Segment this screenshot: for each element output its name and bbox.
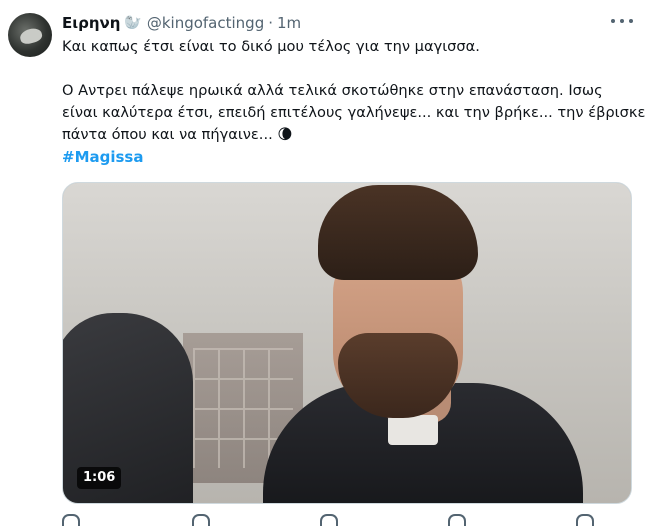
more-options-icon[interactable]	[611, 14, 633, 28]
action-bar	[62, 514, 647, 528]
avatar[interactable]	[8, 13, 52, 57]
moon-emoji-icon: 🌘	[277, 126, 293, 143]
tweet[interactable]: Ειρηνη 🦭 @kingofactingg · 1m Και καπως έ…	[0, 0, 667, 526]
tweet-text-line: είναι καλύτερα έτσι, επειδή επιτέλους γα…	[62, 104, 646, 121]
timestamp[interactable]: 1m	[277, 14, 301, 32]
tweet-text-line: Και καπως έτσι είναι το δικό μου τέλος γ…	[62, 38, 480, 55]
separator-dot: ·	[268, 14, 274, 32]
tweet-text-line: Ο Αντρει πάλεψε ηρωικά αλλά τελικά σκοτώ…	[62, 82, 603, 99]
tweet-text: Και καπως έτσι είναι το δικό μου τέλος γ…	[62, 36, 647, 146]
views-icon[interactable]	[448, 514, 466, 526]
tweet-text-line: πάντα όπου και να πήγαινε... 🌘	[62, 124, 647, 146]
retweet-icon[interactable]	[192, 514, 210, 526]
tweet-header: Ειρηνη 🦭 @kingofactingg · 1m	[62, 13, 301, 33]
video-player[interactable]: 1:06	[62, 182, 632, 504]
author-handle[interactable]: @kingofactingg	[147, 14, 264, 32]
video-duration-badge: 1:06	[77, 467, 122, 489]
like-icon[interactable]	[320, 514, 338, 526]
seal-emoji-icon: 🦭	[124, 15, 142, 31]
author-name[interactable]: Ειρηνη	[62, 14, 120, 32]
tweet-text-fragment: πάντα όπου και να πήγαινε...	[62, 126, 273, 143]
hashtag-link[interactable]: #Magissa	[62, 148, 143, 166]
avatar-seal-image	[18, 26, 44, 46]
share-icon[interactable]	[576, 514, 594, 526]
reply-icon[interactable]	[62, 514, 80, 526]
